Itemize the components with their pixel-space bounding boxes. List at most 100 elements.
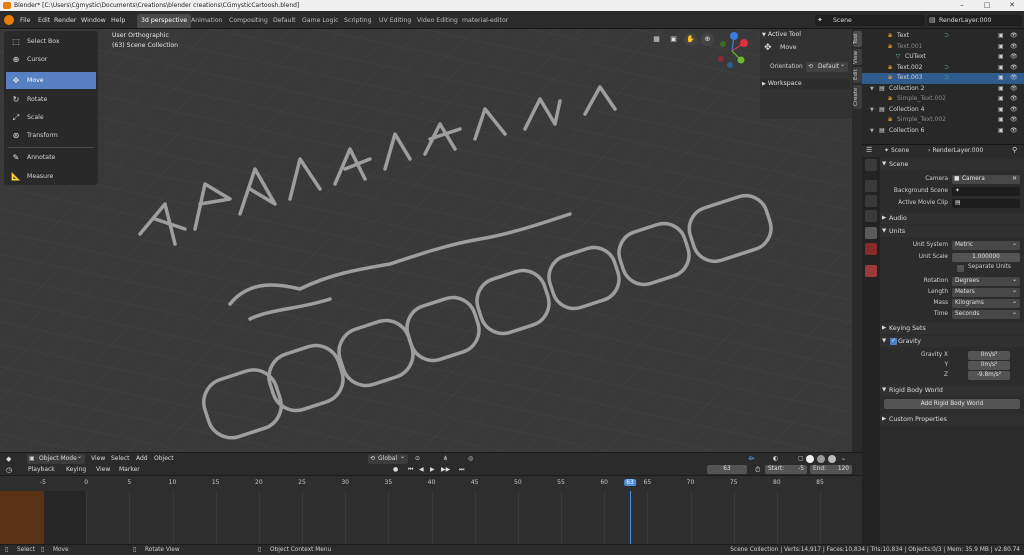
visibility-eye-icon[interactable]: 👁 bbox=[1010, 31, 1018, 42]
blender-menu-icon[interactable] bbox=[4, 15, 14, 25]
maximize-icon[interactable]: □ bbox=[975, 0, 999, 11]
view-layer-selector[interactable]: ▤ RenderLayer.000 bbox=[927, 15, 1022, 26]
outliner-row[interactable]: a Text.002 ⊃ 👁 ▣ bbox=[862, 63, 1024, 74]
tool-select-box[interactable]: ⬚ Select Box bbox=[6, 33, 96, 50]
tool-rotate[interactable]: ↻ Rotate bbox=[6, 91, 96, 108]
visibility-eye-icon[interactable]: 👁 bbox=[1010, 52, 1018, 63]
render-camera-icon[interactable]: ▣ bbox=[998, 84, 1004, 95]
play-icon[interactable]: ▶ bbox=[427, 465, 438, 475]
render-camera-icon[interactable]: ▣ bbox=[998, 42, 1004, 53]
background-scene-field[interactable]: ✦ bbox=[952, 187, 1020, 196]
visibility-eye-icon[interactable]: 👁 bbox=[1010, 63, 1018, 74]
render-camera-icon[interactable]: ▣ bbox=[998, 52, 1004, 63]
gravity-z-field[interactable]: -9.8m/s² bbox=[968, 371, 1010, 380]
prev-keyframe-icon[interactable]: ◀ bbox=[416, 465, 427, 475]
shading-material-icon[interactable] bbox=[817, 455, 825, 463]
add-rigid-body-world-button[interactable]: Add Rigid Body World bbox=[884, 399, 1020, 409]
workspace-tab-compositing[interactable]: Compositing bbox=[225, 14, 272, 28]
start-frame-field[interactable]: Start: -5 bbox=[765, 465, 807, 474]
navigation-gizmo[interactable] bbox=[711, 30, 753, 72]
menu-select[interactable]: Select bbox=[108, 454, 133, 464]
workspace-tab-3d-perspective[interactable]: 3d perspective bbox=[137, 14, 192, 28]
outliner-row[interactable]: a Text.001 👁 ▣ bbox=[862, 42, 1024, 53]
unit-system-dropdown[interactable]: Metric bbox=[952, 239, 1020, 250]
outliner[interactable]: a Text ⊃ 👁 ▣ a Text.001 👁 ▣ ▽ CUText 👁 ▣ a Text.002 ⊃ 👁 ▣… bbox=[862, 29, 1024, 145]
menu-marker[interactable]: Marker bbox=[116, 465, 143, 475]
menu-timeline-view[interactable]: View bbox=[93, 465, 113, 475]
tab-create[interactable]: Create bbox=[853, 85, 862, 109]
preview-range-icon[interactable]: ⏱ bbox=[752, 465, 763, 475]
texture-properties-icon[interactable] bbox=[865, 265, 877, 277]
output-properties-icon[interactable] bbox=[865, 195, 877, 207]
xray-icon[interactable]: ▢ bbox=[795, 454, 807, 464]
workspace-tab-scripting[interactable]: Scripting bbox=[340, 14, 376, 28]
menu-help[interactable]: Help bbox=[108, 15, 128, 26]
workspace-tab-video-editing[interactable]: Video Editing bbox=[413, 14, 462, 28]
proportional-edit-icon[interactable]: ◎ bbox=[465, 454, 476, 464]
render-camera-icon[interactable]: ▣ bbox=[998, 115, 1004, 126]
outliner-row[interactable]: a Simple_Text.002 👁 ▣ bbox=[862, 94, 1024, 105]
visibility-eye-icon[interactable]: 👁 bbox=[1010, 94, 1018, 105]
workspace-header[interactable]: ▶ Workspace bbox=[762, 79, 850, 89]
camera-view-icon[interactable]: ▣ bbox=[667, 33, 680, 46]
workspace-tab-material-editor[interactable]: material-editor bbox=[458, 14, 512, 28]
section-custom-properties[interactable]: ▶ Custom Properties bbox=[880, 414, 1024, 425]
gravity-y-field[interactable]: 0m/s² bbox=[968, 361, 1010, 370]
menu-playback[interactable]: Playback bbox=[25, 465, 58, 475]
render-camera-icon[interactable]: ▣ bbox=[998, 63, 1004, 74]
visibility-eye-icon[interactable]: 👁 bbox=[1010, 115, 1018, 126]
tab-edit[interactable]: Edit bbox=[853, 67, 862, 83]
render-camera-icon[interactable]: ▣ bbox=[998, 31, 1004, 42]
visibility-eye-icon[interactable]: 👁 bbox=[1010, 105, 1018, 116]
overlays-icon[interactable]: ◐ bbox=[770, 454, 781, 464]
expand-arrow-icon[interactable]: ▼ bbox=[870, 105, 874, 116]
world-properties-icon[interactable] bbox=[865, 243, 877, 255]
outliner-row[interactable]: a Text.003 ⊃ 👁 ▣ bbox=[862, 73, 1024, 84]
shading-rendered-icon[interactable] bbox=[828, 455, 836, 463]
tool-transform[interactable]: ⊛ Transform bbox=[6, 127, 96, 144]
pan-hand-icon[interactable]: ✋ bbox=[684, 33, 697, 46]
pin-icon[interactable]: ⚲ bbox=[1012, 146, 1017, 154]
shading-options-icon[interactable]: ⌄ bbox=[838, 454, 849, 464]
workspace-tab-default[interactable]: Default bbox=[269, 14, 300, 28]
menu-keying[interactable]: Keying bbox=[63, 465, 89, 475]
tool-scale[interactable]: ⤢ Scale bbox=[6, 109, 96, 126]
render-camera-icon[interactable]: ▣ bbox=[998, 73, 1004, 84]
visibility-eye-icon[interactable]: 👁 bbox=[1010, 126, 1018, 137]
outliner-row[interactable]: ▼ ▤ Collection 4 👁 ▣ bbox=[862, 105, 1024, 116]
menu-file[interactable]: File bbox=[17, 15, 34, 26]
orientation-dropdown[interactable]: ⟲ Default bbox=[806, 60, 848, 72]
active-tool-move[interactable]: ✥ Move bbox=[764, 42, 848, 54]
scene-properties-icon[interactable] bbox=[865, 227, 877, 239]
minimize-icon[interactable]: – bbox=[950, 0, 974, 11]
section-rigid-body-world[interactable]: ▼ Rigid Body World bbox=[880, 385, 1024, 396]
menu-object[interactable]: Object bbox=[151, 454, 177, 464]
camera-field[interactable]: ■ Camera ✕ bbox=[952, 175, 1020, 184]
clear-camera-icon[interactable]: ✕ bbox=[1012, 175, 1017, 184]
outliner-row[interactable]: a Text ⊃ 👁 ▣ bbox=[862, 31, 1024, 42]
length-dropdown[interactable]: Meters bbox=[952, 286, 1020, 297]
gravity-checkbox[interactable]: ✓ bbox=[890, 338, 897, 345]
record-icon[interactable]: ● bbox=[390, 465, 401, 475]
tool-annotate[interactable]: ✎ Annotate bbox=[6, 149, 96, 166]
outliner-row[interactable]: ▼ ▤ Collection 2 👁 ▣ bbox=[862, 84, 1024, 95]
scene-selector[interactable]: ✦ Scene bbox=[815, 15, 925, 26]
object-mode-dropdown[interactable]: ▣ Object Mode bbox=[27, 452, 85, 464]
expand-arrow-icon[interactable]: ▼ bbox=[870, 84, 874, 95]
grid-view-icon[interactable]: ▦ bbox=[650, 33, 663, 46]
menu-add[interactable]: Add bbox=[133, 454, 151, 464]
timeline-editor-icon[interactable]: ◷ bbox=[3, 465, 15, 475]
section-scene[interactable]: ▼ Scene bbox=[880, 159, 1024, 170]
tool-properties-icon[interactable] bbox=[865, 159, 877, 171]
tab-view[interactable]: View bbox=[853, 49, 862, 65]
visibility-eye-icon[interactable]: 👁 bbox=[1010, 73, 1018, 84]
mass-dropdown[interactable]: Kilograms bbox=[952, 297, 1020, 308]
tool-measure[interactable]: 📐 Measure bbox=[6, 168, 96, 185]
tool-cursor[interactable]: ⊕ Cursor bbox=[6, 51, 96, 68]
transform-orientation-dropdown[interactable]: ⟲ Global bbox=[368, 452, 408, 464]
pivot-icon[interactable]: ⊙ bbox=[412, 454, 423, 464]
snap-icon[interactable]: ⋔ bbox=[440, 454, 451, 464]
time-dropdown[interactable]: Seconds bbox=[952, 308, 1020, 319]
workspace-tab-uv-editing[interactable]: UV Editing bbox=[375, 14, 415, 28]
gravity-x-field[interactable]: 0m/s² bbox=[968, 351, 1010, 360]
